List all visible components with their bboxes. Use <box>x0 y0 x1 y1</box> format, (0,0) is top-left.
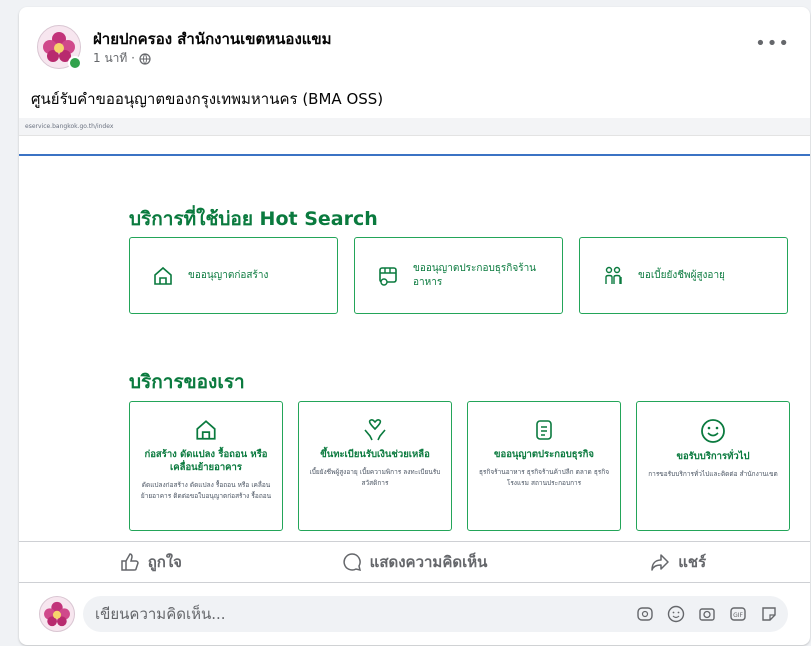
hot-item-elderly[interactable]: ขอเบี้ยยังชีพผู้สูงอายุ <box>579 237 788 314</box>
service-title: ขอรับบริการทั่วไป <box>676 451 750 462</box>
post-header: ฝ่ายปกครอง สำนักงานเขตหนองแขม 1 นาที · •… <box>37 21 790 71</box>
comment-tools: GIF <box>636 605 778 623</box>
service-card-building[interactable]: ก่อสร้าง ดัดแปลง รื้อถอน หรือเคลื่อนย้าย… <box>129 401 283 531</box>
comment-placeholder: เขียนความคิดเห็น... <box>95 605 226 623</box>
url-bar: eservice.bangkok.go.th/index <box>19 118 810 136</box>
house-icon <box>196 420 216 440</box>
avatar-sticker-icon[interactable] <box>636 605 654 623</box>
post-actions: ถูกใจ แสดงความคิดเห็น แชร์ <box>19 541 810 583</box>
heart-hands-icon <box>364 418 386 441</box>
post-meta: 1 นาที · <box>93 49 151 68</box>
comment-composer: เขียนความคิดเห็น... GIF <box>19 593 810 637</box>
share-button[interactable]: แชร์ <box>546 542 810 582</box>
post-text: ศูนย์รับคำขออนุญาตของกรุงเทพมหานคร (BMA … <box>31 90 384 108</box>
smile-icon <box>701 419 725 443</box>
service-card-general[interactable]: ขอรับบริการทั่วไป การขอรับบริการทั่วไปแล… <box>636 401 790 531</box>
comment-label: แสดงความคิดเห็น <box>369 553 488 571</box>
share-arrow-icon <box>651 554 669 571</box>
gif-icon[interactable]: GIF <box>729 605 747 623</box>
more-options-icon[interactable]: ••• <box>755 33 790 54</box>
service-desc: การขอรับบริการทั่วไปและติดต่อ สำนักงานเข… <box>648 470 778 478</box>
like-label: ถูกใจ <box>147 553 182 571</box>
hot-item-label: ขออนุญาตก่อสร้าง <box>188 269 269 281</box>
comment-input[interactable]: เขียนความคิดเห็น... GIF <box>83 596 788 632</box>
hot-item-building[interactable]: ขออนุญาตก่อสร้าง <box>129 237 338 314</box>
service-title: ขึ้นทะเบียนรับเงินช่วยเหลือ <box>320 449 430 460</box>
emoji-icon[interactable] <box>667 605 685 623</box>
document-icon <box>536 420 552 440</box>
online-status-icon <box>68 56 82 70</box>
sticker-icon[interactable] <box>760 605 778 623</box>
hot-search-title: บริการที่ใช้บ่อย Hot Search <box>129 208 378 230</box>
page-name[interactable]: ฝ่ายปกครอง สำนักงานเขตหนองแขม <box>93 27 332 51</box>
hot-item-label: ขอเบี้ยยังชีพผู้สูงอายุ <box>638 269 725 281</box>
service-desc: เบี้ยยังชีพผู้สูงอายุ เบี้ยความพิการ ลงท… <box>309 468 441 487</box>
service-card-business[interactable]: ขออนุญาตประกอบธุรกิจ ธุรกิจร้านอาหาร ธุร… <box>467 401 621 531</box>
comment-button[interactable]: แสดงความคิดเห็น <box>283 542 547 582</box>
service-card-welfare[interactable]: ขึ้นทะเบียนรับเงินช่วยเหลือ เบี้ยยังชีพผ… <box>298 401 452 531</box>
service-desc: ธุรกิจร้านอาหาร ธุรกิจร้านค้าปลีก ตลาด ธ… <box>478 468 610 487</box>
share-label: แชร์ <box>678 553 707 571</box>
divider <box>19 154 810 156</box>
post-time[interactable]: 1 นาที · <box>93 49 135 68</box>
post-card: ฝ่ายปกครอง สำนักงานเขตหนองแขม 1 นาที · •… <box>19 7 810 645</box>
user-avatar[interactable] <box>39 596 75 632</box>
svg-text:GIF: GIF <box>733 612 743 619</box>
house-icon <box>154 266 172 285</box>
service-title: ก่อสร้าง ดัดแปลง รื้อถอน หรือเคลื่อนย้าย… <box>144 449 268 473</box>
hot-item-label: ขออนุญาตประกอบธุรกิจร้านอาหาร <box>413 262 537 288</box>
services-title: บริการของเรา <box>129 371 245 393</box>
hot-item-restaurant[interactable]: ขออนุญาตประกอบธุรกิจร้านอาหาร <box>354 237 563 314</box>
thumbs-up-icon <box>120 553 139 571</box>
service-title: ขออนุญาตประกอบธุรกิจ <box>494 449 594 460</box>
like-button[interactable]: ถูกใจ <box>19 542 283 582</box>
camera-icon[interactable] <box>698 605 716 623</box>
food-shop-icon <box>379 266 397 286</box>
elderly-icon <box>605 266 622 284</box>
globe-icon <box>139 52 151 65</box>
service-desc: ดัดแปลงก่อสร้าง ดัดแปลง รื้อถอน หรือ เคล… <box>140 481 272 500</box>
comment-bubble-icon <box>343 553 361 572</box>
attached-screenshot[interactable]: eservice.bangkok.go.th/index บริการที่ใช… <box>19 118 810 541</box>
